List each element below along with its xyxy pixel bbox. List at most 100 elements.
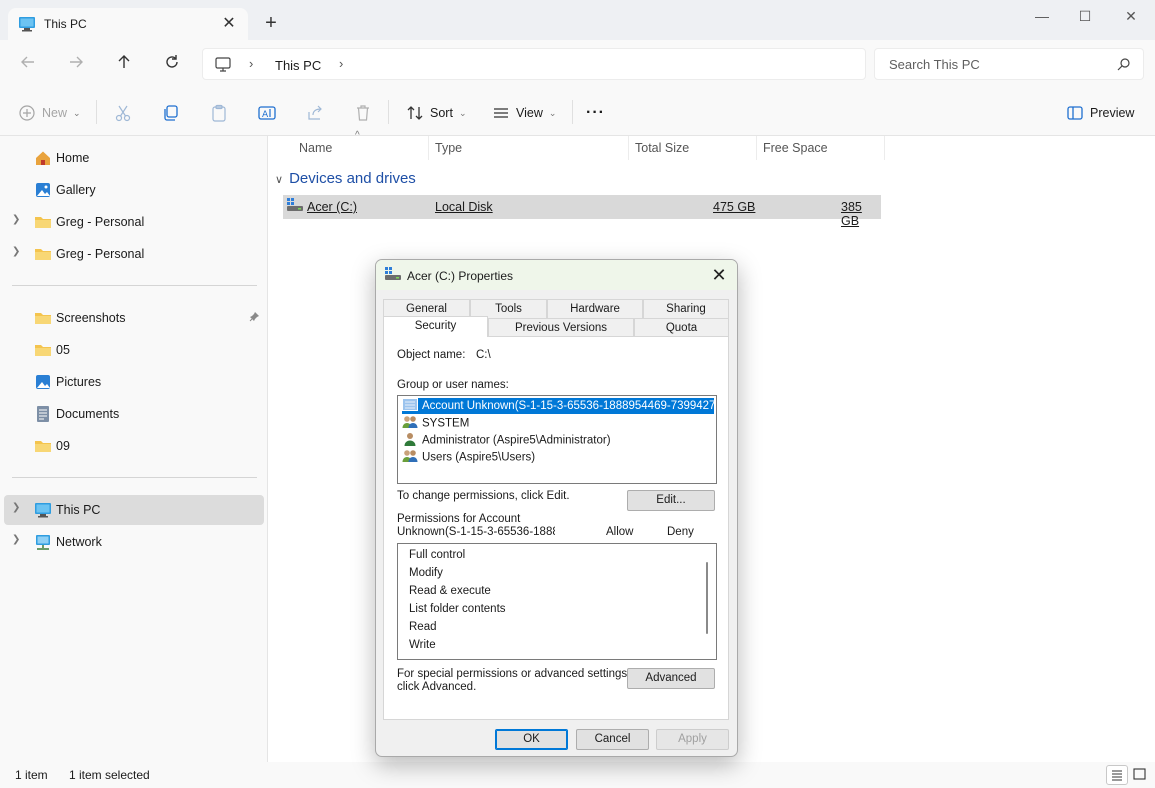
chevron-down-icon: ⌄ (548, 107, 557, 118)
chevron-right-icon[interactable]: › (249, 56, 253, 71)
pin-icon[interactable] (249, 311, 260, 325)
copy-button[interactable] (162, 101, 186, 125)
sidebar-item-label: Home (56, 151, 90, 165)
chevron-down-icon: ⌄ (458, 107, 467, 118)
sidebar-item-home[interactable]: Home (4, 143, 264, 173)
sidebar-item-gallery[interactable]: Gallery (4, 175, 264, 205)
rename-icon: A (258, 104, 276, 122)
edit-button[interactable]: Edit... (627, 490, 715, 511)
sidebar-item-05[interactable]: 05 (4, 335, 264, 365)
dialog-title-bar[interactable]: Acer (C:) Properties ✕ (376, 260, 737, 290)
forward-arrow-icon[interactable] (62, 50, 90, 78)
drive-type: Local Disk (435, 200, 493, 214)
command-bar: New ⌄ A Sort ⌄ View ⌄ ··· Preview (0, 88, 1155, 136)
table-row[interactable]: Acer (C:) Local Disk 475 GB 385 GB (283, 195, 881, 228)
new-tab-button[interactable]: + (260, 12, 282, 34)
list-item: Write (409, 639, 436, 651)
maximize-button[interactable]: ☐ (1062, 4, 1108, 28)
rename-button[interactable]: A (258, 101, 282, 125)
sidebar-item-network[interactable]: ❯ Network (4, 527, 264, 557)
folder-icon (34, 341, 52, 359)
sidebar-item-this-pc[interactable]: ❯ This PC (4, 495, 264, 525)
scrollbar-thumb[interactable] (706, 562, 708, 634)
tiles-view-button[interactable] (1130, 765, 1152, 785)
sort-button[interactable]: Sort ⌄ (406, 101, 466, 125)
tab-hardware[interactable]: Hardware (547, 299, 643, 318)
tab-previous-versions[interactable]: Previous Versions (488, 318, 634, 337)
tab-quota[interactable]: Quota (634, 318, 729, 337)
more-options-button[interactable]: ··· (586, 101, 605, 125)
tab-this-pc[interactable]: This PC ✕ (8, 8, 248, 40)
sidebar-item-screenshots[interactable]: Screenshots (4, 303, 264, 333)
delete-button[interactable] (354, 101, 378, 125)
deny-column-label: Deny (667, 526, 694, 538)
drive-icon (385, 267, 401, 284)
chevron-right-icon[interactable]: › (339, 56, 343, 71)
group-header[interactable]: ∨ Devices and drives (275, 170, 416, 187)
sort-label: Sort (430, 106, 453, 120)
search-icon[interactable] (1117, 57, 1131, 74)
sidebar-item-label: Screenshots (56, 311, 126, 325)
view-button[interactable]: View ⌄ (492, 101, 556, 125)
chevron-right-icon[interactable]: ❯ (12, 534, 20, 545)
sidebar-item-pictures[interactable]: Pictures (4, 367, 264, 397)
scrollbar[interactable] (702, 546, 714, 658)
drive-free-space: 385 GB (841, 200, 862, 228)
breadcrumb[interactable]: This PC (275, 58, 321, 73)
navigation-bar: › This PC › (0, 40, 1155, 88)
sidebar-item-label: Gallery (56, 183, 96, 197)
list-item[interactable]: SYSTEM (402, 415, 714, 431)
drive-name[interactable]: Acer (C:) (307, 200, 357, 214)
back-arrow-icon[interactable] (14, 50, 42, 78)
sidebar-item-label: Greg - Personal (56, 215, 145, 229)
sidebar-item-09[interactable]: 09 (4, 431, 264, 461)
folder-icon (34, 213, 52, 231)
cancel-button[interactable]: Cancel (576, 729, 649, 750)
list-item[interactable]: Account Unknown(S-1-15-3-65536-188895446… (401, 397, 715, 415)
close-window-button[interactable]: ✕ (1108, 4, 1154, 28)
apply-button[interactable]: Apply (656, 729, 729, 750)
advanced-button[interactable]: Advanced (627, 668, 715, 689)
column-header-name[interactable]: Name (293, 136, 429, 160)
sidebar-item-label: 09 (56, 439, 70, 453)
chevron-right-icon[interactable]: ❯ (12, 502, 20, 513)
cut-button[interactable] (114, 101, 138, 125)
tab-sharing[interactable]: Sharing (643, 299, 729, 318)
change-permissions-text: To change permissions, click Edit. (397, 490, 570, 502)
chevron-right-icon[interactable]: ❯ (12, 214, 20, 225)
details-view-button[interactable] (1106, 765, 1128, 785)
tab-security[interactable]: Security (383, 316, 488, 337)
sidebar-item-greg-personal[interactable]: ❯ Greg - Personal (4, 239, 264, 269)
refresh-icon[interactable] (158, 50, 186, 78)
preview-button[interactable]: Preview (1066, 101, 1134, 125)
list-item[interactable]: Administrator (Aspire5\Administrator) (402, 432, 714, 448)
dialog-close-icon[interactable]: ✕ (707, 263, 731, 287)
share-button[interactable] (306, 101, 330, 125)
paste-button[interactable] (210, 101, 234, 125)
column-header-total-size[interactable]: Total Size (629, 136, 757, 160)
sidebar-item-greg-personal[interactable]: ❯ Greg - Personal (4, 207, 264, 237)
column-header-type[interactable]: Type (429, 136, 629, 160)
column-header-free-space[interactable]: Free Space (757, 136, 885, 160)
sidebar-item-documents[interactable]: Documents (4, 399, 264, 429)
pictures-icon (34, 373, 52, 391)
users-group-icon (402, 415, 418, 431)
minimize-button[interactable]: — (1019, 4, 1065, 28)
new-button[interactable]: New ⌄ (18, 101, 81, 125)
permissions-list[interactable]: Full control Modify Read & execute List … (397, 543, 717, 660)
up-arrow-icon[interactable] (110, 50, 138, 78)
address-bar[interactable]: › This PC › (202, 48, 866, 80)
sidebar-item-label: 05 (56, 343, 70, 357)
user-list[interactable]: Account Unknown(S-1-15-3-65536-188895446… (397, 395, 717, 484)
tab-close-icon[interactable]: ✕ (218, 13, 240, 35)
ok-button[interactable]: OK (495, 729, 568, 750)
tab-title: This PC (44, 17, 87, 31)
sidebar-item-label: This PC (56, 503, 101, 517)
chevron-right-icon[interactable]: ❯ (12, 246, 20, 257)
scissors-icon (114, 104, 132, 122)
gallery-icon (34, 181, 52, 199)
search-box[interactable] (874, 48, 1144, 80)
search-input[interactable] (876, 50, 1106, 78)
list-item[interactable]: Users (Aspire5\Users) (402, 449, 714, 465)
monitor-icon (215, 57, 231, 75)
